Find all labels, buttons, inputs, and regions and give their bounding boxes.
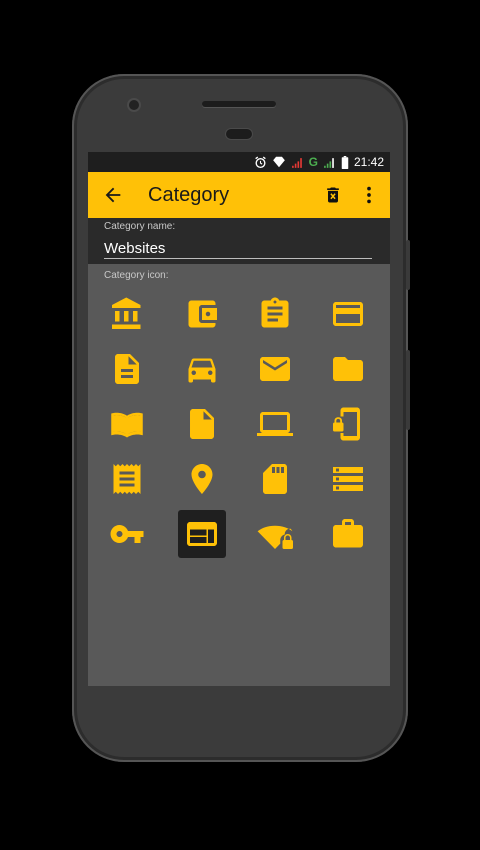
icon-option-wifi-lock[interactable] <box>251 510 299 558</box>
icon-option-email[interactable] <box>251 345 299 393</box>
document-icon <box>115 354 139 384</box>
front-camera <box>129 100 139 110</box>
laptop-icon <box>257 412 293 436</box>
app-bar: Category <box>88 172 390 218</box>
icon-option-wallet[interactable] <box>178 290 226 338</box>
back-arrow-icon[interactable] <box>102 184 124 206</box>
clipboard-icon <box>261 297 289 328</box>
signal-icon-2 <box>324 157 334 168</box>
server-icon <box>333 467 363 491</box>
icon-option-file[interactable] <box>178 400 226 448</box>
credit-card-icon <box>333 302 363 326</box>
category-name-label: Category name: <box>104 221 176 232</box>
icon-option-clipboard[interactable] <box>251 290 299 338</box>
earpiece-speaker <box>202 101 276 107</box>
delete-icon[interactable] <box>323 184 343 206</box>
category-name-input[interactable] <box>104 238 372 259</box>
sd-card-icon <box>263 464 287 494</box>
network-type-label: G <box>308 155 318 169</box>
icon-option-briefcase[interactable] <box>324 510 372 558</box>
icon-option-book[interactable] <box>103 400 151 448</box>
icon-option-car[interactable] <box>178 345 226 393</box>
icon-option-phone-lock[interactable] <box>324 400 372 448</box>
folder-icon <box>333 357 363 381</box>
battery-icon <box>341 155 349 169</box>
email-icon <box>260 357 290 381</box>
icon-option-document[interactable] <box>103 345 151 393</box>
clock: 21:42 <box>353 155 384 169</box>
web-icon <box>187 522 217 546</box>
proximity-sensor <box>226 129 252 139</box>
icon-option-folder[interactable] <box>324 345 372 393</box>
diamond-icon <box>272 156 285 168</box>
key-icon <box>110 525 144 543</box>
category-icon-label: Category icon: <box>104 270 169 281</box>
icon-option-receipt[interactable] <box>103 455 151 503</box>
more-options-icon[interactable] <box>358 184 380 206</box>
wifi-lock-icon <box>257 525 293 549</box>
power-button <box>406 240 410 290</box>
receipt-icon <box>113 464 141 494</box>
wallet-icon <box>188 300 217 328</box>
car-icon <box>188 358 216 383</box>
book-icon <box>111 412 143 438</box>
icon-option-laptop[interactable] <box>251 400 299 448</box>
page-title: Category <box>148 184 230 206</box>
volume-button <box>406 350 410 430</box>
location-pin-icon <box>191 464 213 494</box>
icon-option-server[interactable] <box>324 455 372 503</box>
status-bar: G 21:42 <box>88 152 390 172</box>
phone-lock-icon <box>333 407 360 441</box>
signal-icon <box>291 157 302 168</box>
bank-icon <box>112 297 141 329</box>
icon-option-bank[interactable] <box>103 290 151 338</box>
briefcase-icon <box>333 519 363 548</box>
icon-option-sd-card[interactable] <box>251 455 299 503</box>
alarm-icon <box>254 156 266 168</box>
category-name-panel: Category name: <box>88 218 390 264</box>
phone-screen: G 21:42 Category Category name: Category… <box>88 152 390 686</box>
icon-option-key[interactable] <box>103 510 151 558</box>
icon-option-web[interactable] <box>178 510 226 558</box>
icon-option-credit-card[interactable] <box>324 290 372 338</box>
file-icon <box>190 409 214 439</box>
icon-option-location[interactable] <box>178 455 226 503</box>
